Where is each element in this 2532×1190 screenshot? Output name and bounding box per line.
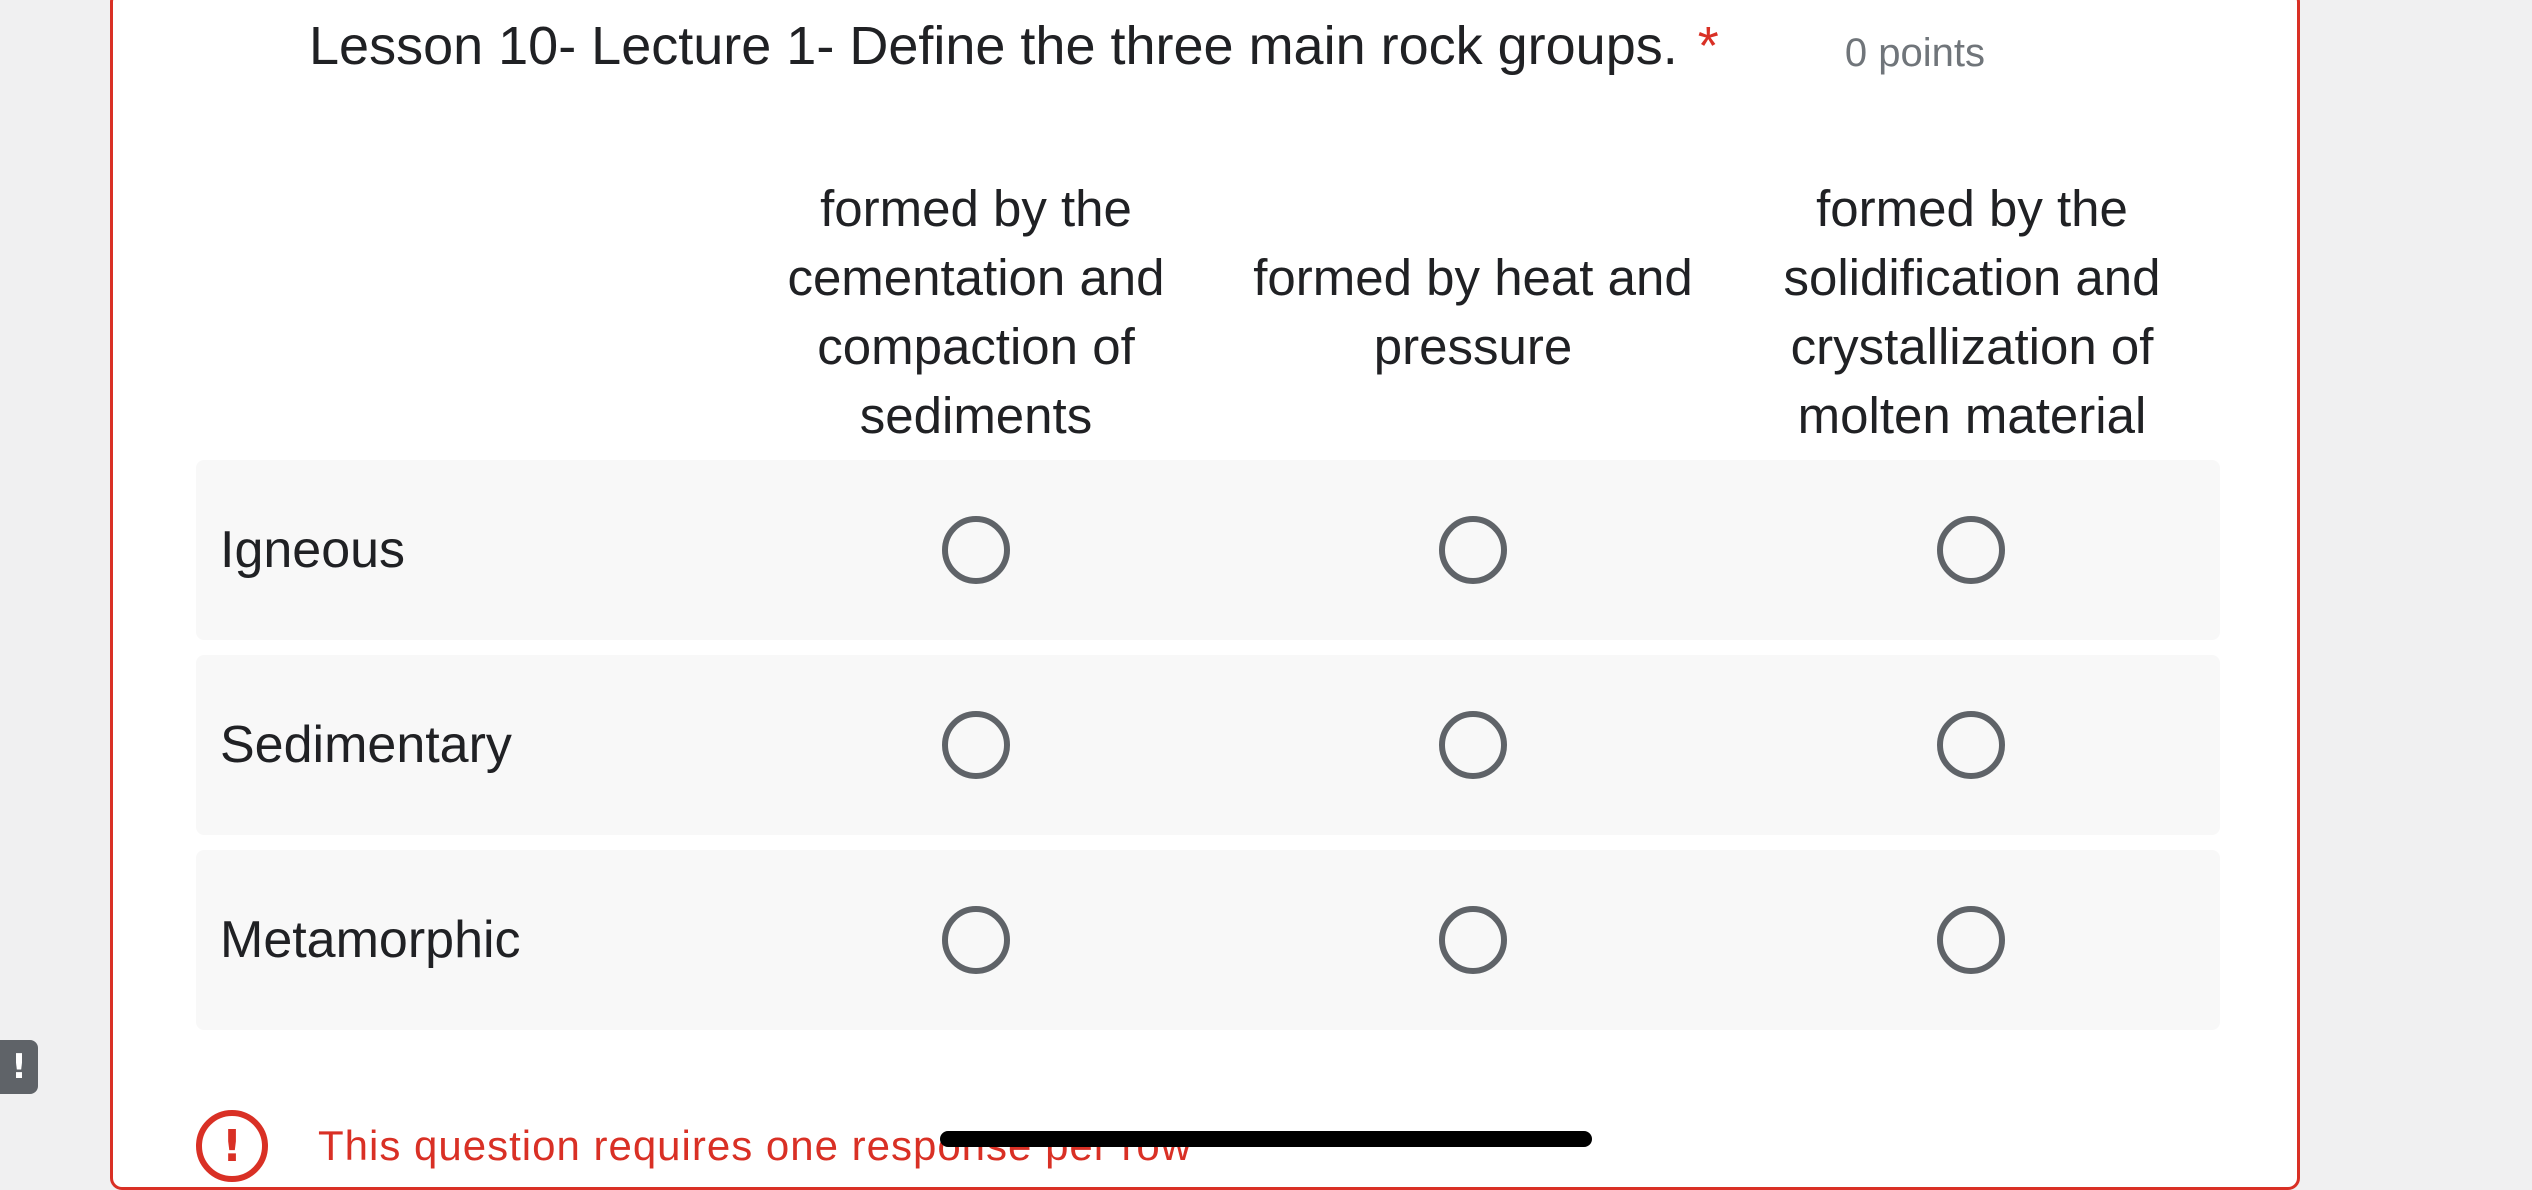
column-header-igneous-definition: formed by the solidification and crystal…: [1783, 180, 2161, 444]
question-title: Lesson 10- Lecture 1- Define the three m…: [309, 15, 1719, 77]
points-label: 0 points: [1844, 31, 1985, 75]
row-label: Metamorphic: [220, 911, 521, 969]
column-header-sedimentary-definition: formed by the cementation and compaction…: [787, 180, 1165, 444]
feedback-exclamation-icon[interactable]: !: [0, 1040, 38, 1094]
radio-igneous-col-3[interactable]: [1937, 516, 2005, 584]
required-asterisk: *: [1697, 16, 1719, 76]
grid-row-sedimentary: Sedimentary: [196, 655, 2220, 835]
column-header-metamorphic-definition: formed by heat and pressure: [1253, 249, 1693, 375]
radio-sedimentary-col-1[interactable]: [942, 711, 1010, 779]
radio-metamorphic-col-2[interactable]: [1439, 906, 1507, 974]
grid-row-metamorphic: Metamorphic: [196, 850, 2220, 1030]
radio-metamorphic-col-1[interactable]: [942, 906, 1010, 974]
question-title-text: Lesson 10- Lecture 1- Define the three m…: [309, 16, 1678, 76]
radio-sedimentary-col-3[interactable]: [1937, 711, 2005, 779]
radio-metamorphic-col-3[interactable]: [1937, 906, 2005, 974]
row-label: Igneous: [220, 521, 406, 579]
error-circle-icon: !: [196, 1110, 268, 1182]
radio-igneous-col-2[interactable]: [1439, 516, 1507, 584]
radio-sedimentary-col-2[interactable]: [1439, 711, 1507, 779]
row-label: Sedimentary: [220, 716, 512, 774]
home-indicator-bar[interactable]: [940, 1131, 1592, 1147]
grid-row-igneous: Igneous: [196, 460, 2220, 640]
radio-igneous-col-1[interactable]: [942, 516, 1010, 584]
